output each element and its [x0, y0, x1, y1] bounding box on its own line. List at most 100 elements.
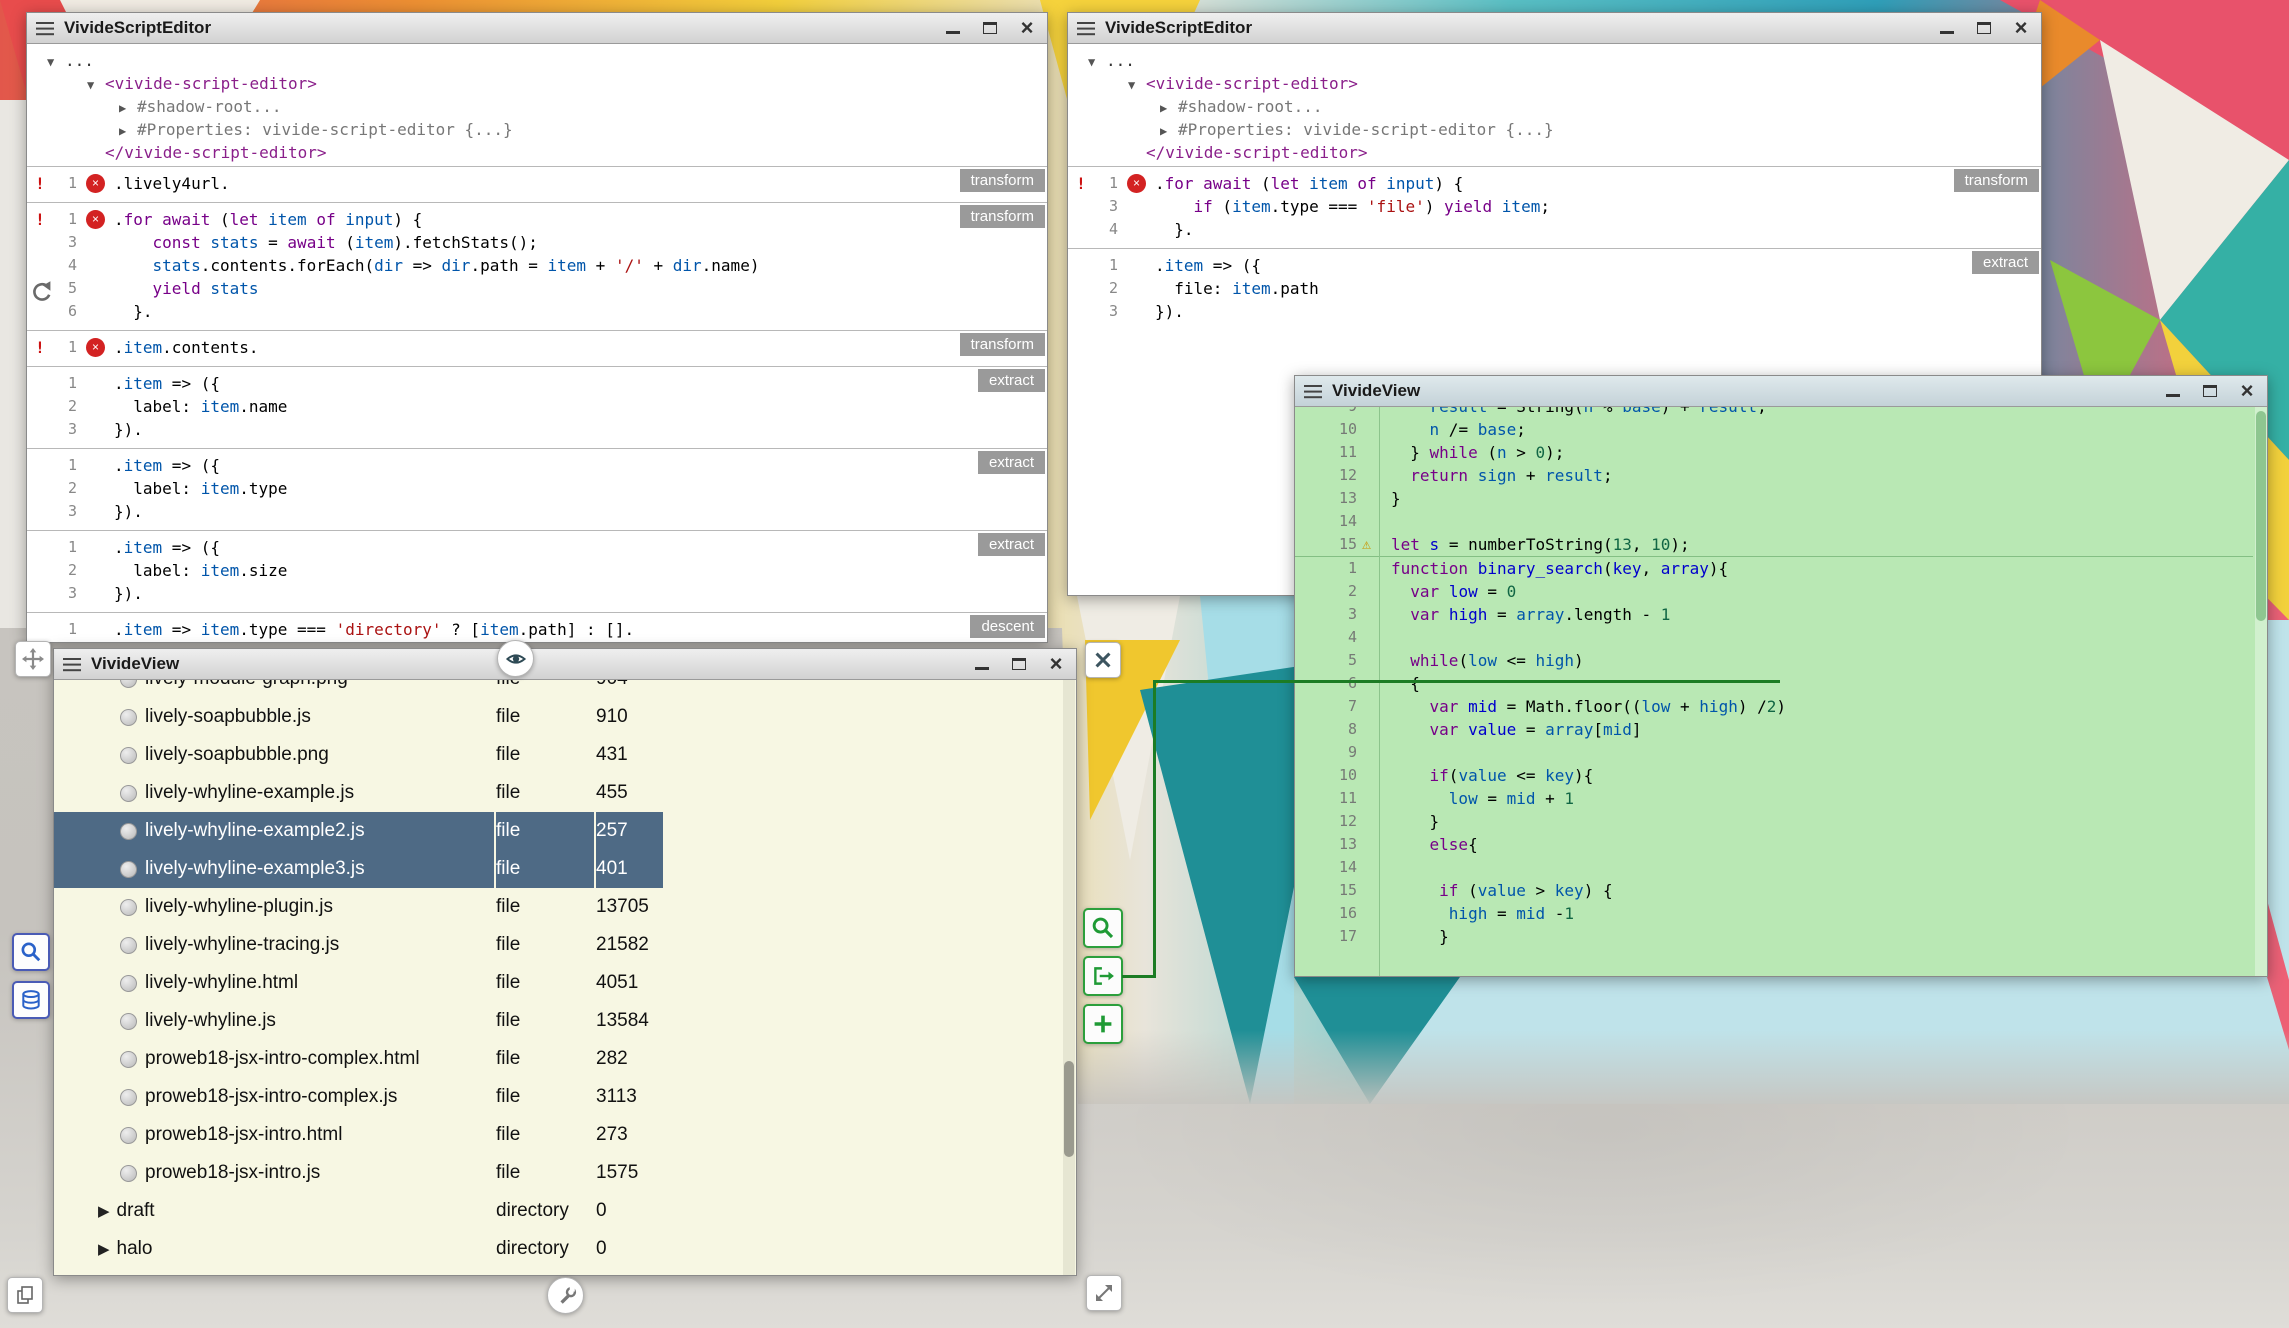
code-line[interactable]: 12 return sign + result; — [1295, 464, 2253, 487]
code-line[interactable]: 3}). — [27, 582, 1047, 605]
code-line[interactable]: 11 low = mid + 1 — [1295, 787, 2253, 810]
add-script-button[interactable] — [1083, 1004, 1123, 1044]
code-line[interactable]: 5 while(low <= high) — [1295, 649, 2253, 672]
file-row[interactable]: lively-whyline-example3.jsfile401 — [54, 850, 1076, 888]
code-line[interactable]: !1×.for await (let item of input) { — [27, 208, 1047, 231]
file-row[interactable]: lively-soapbubble.pngfile431 — [54, 736, 1076, 774]
minimize-button[interactable] — [942, 17, 964, 39]
code-line[interactable]: 6 { — [1295, 672, 2253, 695]
expand-arrow-icon[interactable]: ▶ — [98, 1202, 110, 1220]
tree-node[interactable]: ▼... — [1068, 50, 2041, 73]
minimize-button[interactable] — [971, 653, 993, 675]
script-step[interactable]: extract1.item => ({2 label: item.name3})… — [27, 366, 1047, 448]
vertical-scrollbar[interactable] — [2255, 407, 2267, 976]
code-line[interactable]: 3}). — [1068, 300, 2041, 323]
collapse-arrow-icon[interactable]: ▼ — [47, 52, 65, 73]
code-line[interactable]: 4 — [1295, 626, 2253, 649]
menu-icon[interactable] — [1077, 21, 1095, 36]
file-row[interactable]: proweb18-jsx-intro.htmlfile273 — [54, 1116, 1076, 1154]
search-view-button[interactable] — [12, 933, 50, 971]
menu-icon[interactable] — [36, 21, 54, 36]
tree-node[interactable]: ▶#Properties: vivide-script-editor {...} — [27, 119, 1047, 142]
titlebar[interactable]: VivideScriptEditor × — [1068, 13, 2041, 44]
minimize-button[interactable] — [1936, 17, 1958, 39]
code-line[interactable]: 2 label: item.type — [27, 477, 1047, 500]
file-row[interactable]: proweb18-jsx-intro-complex.htmlfile282 — [54, 1040, 1076, 1078]
vertical-scrollbar[interactable] — [1063, 680, 1075, 1275]
eye-toggle-button[interactable] — [497, 640, 534, 677]
code-line[interactable]: !1×.for await (let item of input) { — [1068, 172, 2041, 195]
minimize-button[interactable] — [2162, 380, 2184, 402]
tree-node[interactable]: ▶#Properties: vivide-script-editor {...} — [1068, 119, 2041, 142]
script-step[interactable]: transform!1×.for await (let item of inpu… — [1068, 166, 2041, 248]
expand-arrow-icon[interactable]: ▶ — [119, 121, 137, 142]
file-row[interactable]: lively-whyline-example.jsfile455 — [54, 774, 1076, 812]
titlebar[interactable]: VivideView × — [54, 649, 1076, 680]
close-button[interactable]: × — [2010, 17, 2032, 39]
close-button[interactable]: × — [1045, 653, 1067, 675]
export-target-button[interactable] — [1083, 956, 1123, 996]
menu-icon[interactable] — [63, 657, 81, 672]
code-line[interactable]: 15⚠let s = numberToString(13, 10); — [1295, 533, 2253, 556]
expand-arrow-icon[interactable]: ▶ — [98, 1240, 110, 1258]
script-step[interactable]: extract1.item => ({2 file: item.path3}). — [1068, 248, 2041, 330]
file-row[interactable]: lively-whyline.jsfile13584 — [54, 1002, 1076, 1040]
code-line[interactable]: 12 } — [1295, 810, 2253, 833]
code-line[interactable]: 3 var high = array.length - 1 — [1295, 603, 2253, 626]
maximize-button[interactable] — [1973, 17, 1995, 39]
code-line[interactable]: 4 }. — [1068, 218, 2041, 241]
directory-row[interactable]: ▶halodirectory0 — [54, 1230, 1076, 1268]
tree-node[interactable]: ▼<vivide-script-editor> — [27, 73, 1047, 96]
code-line[interactable]: 1.item => ({ — [27, 372, 1047, 395]
code-line[interactable]: 2 var low = 0 — [1295, 580, 2253, 603]
inspect-button[interactable] — [1083, 908, 1123, 948]
titlebar[interactable]: VivideScriptEditor × — [27, 13, 1047, 44]
code-line[interactable]: 2 label: item.size — [27, 559, 1047, 582]
code-line[interactable]: 11 } while (n > 0); — [1295, 441, 2253, 464]
file-row[interactable]: proweb18-jsx-intro-complex.jsfile3113 — [54, 1078, 1076, 1116]
titlebar[interactable]: VivideView × — [1295, 376, 2267, 407]
collapse-arrow-icon[interactable]: ▼ — [87, 75, 105, 96]
scrollbar-thumb[interactable] — [2256, 411, 2266, 621]
tree-node[interactable]: ▼<vivide-script-editor> — [1068, 73, 2041, 96]
code-line[interactable]: 14 — [1295, 510, 2253, 533]
code-line[interactable]: 10 if(value <= key){ — [1295, 764, 2253, 787]
file-row[interactable]: lively-whyline-example2.jsfile257 — [54, 812, 1076, 850]
code-line[interactable]: 10 n /= base; — [1295, 418, 2253, 441]
code-line[interactable]: 13} — [1295, 487, 2253, 510]
code-line[interactable]: 3}). — [27, 418, 1047, 441]
copy-button[interactable] — [7, 1277, 43, 1313]
code-line[interactable]: 16 high = mid -1 — [1295, 902, 2253, 925]
close-button[interactable]: × — [2236, 380, 2258, 402]
data-source-button[interactable] — [12, 981, 50, 1019]
file-row[interactable]: file331 — [54, 1268, 1076, 1275]
code-line[interactable]: 9 — [1295, 741, 2253, 764]
script-step[interactable]: transform!1×.for await (let item of inpu… — [27, 202, 1047, 330]
move-handle[interactable] — [15, 641, 51, 677]
file-row[interactable]: lively-soapbubble.jsfile910 — [54, 698, 1076, 736]
resize-handle[interactable] — [1086, 1275, 1122, 1311]
tree-node[interactable]: </vivide-script-editor> — [27, 142, 1047, 163]
tree-node[interactable]: ▶#shadow-root... — [27, 96, 1047, 119]
menu-icon[interactable] — [1304, 384, 1322, 399]
maximize-button[interactable] — [2199, 380, 2221, 402]
maximize-button[interactable] — [1008, 653, 1030, 675]
code-line[interactable]: 15 if (value > key) { — [1295, 879, 2253, 902]
code-line[interactable]: 1.item => ({ — [27, 454, 1047, 477]
script-step[interactable]: extract1.item => ({2 label: item.size3})… — [27, 530, 1047, 612]
code-line[interactable]: 1.item => ({ — [1068, 254, 2041, 277]
configure-button[interactable] — [547, 1277, 584, 1314]
expand-arrow-icon[interactable]: ▶ — [119, 98, 137, 119]
code-line[interactable]: 2 file: item.path — [1068, 277, 2041, 300]
code-line[interactable]: 1function binary_search(key, array){ — [1295, 557, 2253, 580]
file-row[interactable]: lively-whyline.htmlfile4051 — [54, 964, 1076, 1002]
code-line[interactable]: 17 } — [1295, 925, 2253, 948]
script-step[interactable]: transform!1×.lively4url. — [27, 166, 1047, 202]
code-line[interactable]: 5 yield stats — [27, 277, 1047, 300]
code-line[interactable]: !1×.item.contents. — [27, 336, 1047, 359]
expand-arrow-icon[interactable]: ▶ — [1160, 121, 1178, 142]
code-line[interactable]: 7 var mid = Math.floor((low + high) /2) — [1295, 695, 2253, 718]
code-line[interactable]: 6 }. — [27, 300, 1047, 323]
code-line[interactable]: 13 else{ — [1295, 833, 2253, 856]
file-row[interactable]: lively-module-graph.pngfile904 — [54, 680, 1076, 698]
